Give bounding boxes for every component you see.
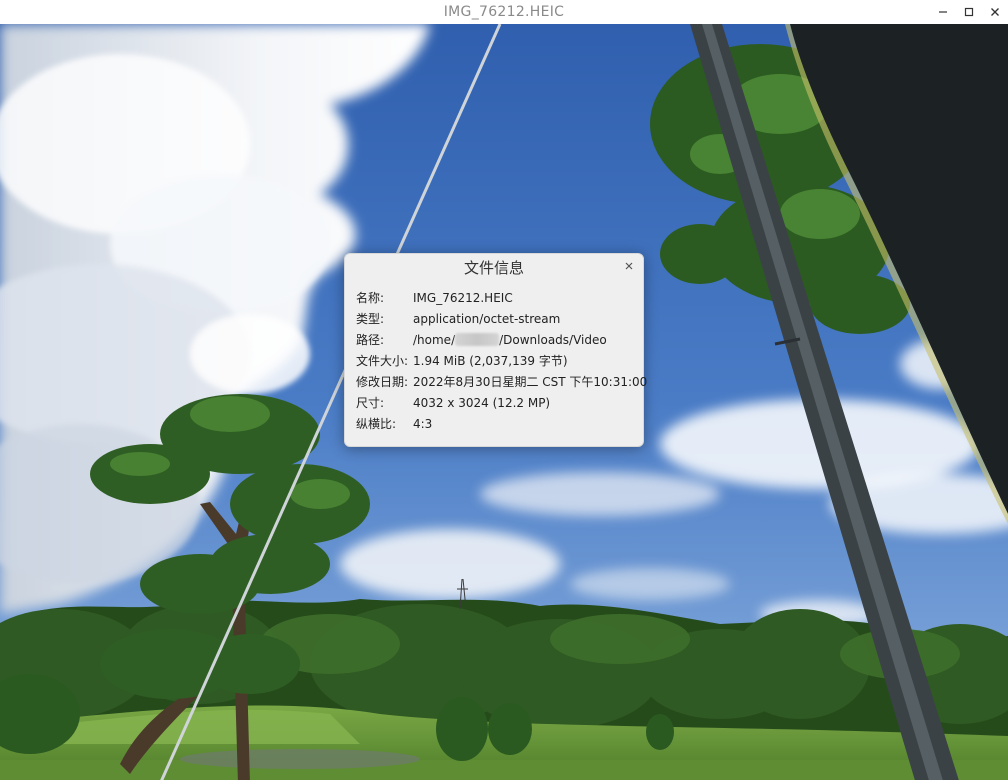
info-row-modified: 修改日期: 2022年8月30日星期二 CST 下午10:31:00 [356, 371, 647, 392]
path-suffix: /Downloads/Video [499, 332, 607, 347]
info-label: 类型: [356, 312, 385, 326]
info-list: 名称: IMG_76212.HEIC 类型: application/octet… [356, 287, 647, 434]
info-label: 路径: [356, 333, 385, 347]
dialog-header[interactable]: 文件信息 [345, 254, 643, 280]
info-value: 2022年8月30日星期二 CST 下午10:31:00 [413, 375, 648, 389]
minimize-icon [939, 11, 947, 13]
close-icon [625, 262, 633, 270]
info-row-name: 名称: IMG_76212.HEIC [356, 287, 635, 308]
maximize-button[interactable] [956, 0, 982, 24]
info-value: IMG_76212.HEIC [413, 290, 513, 305]
info-row-size: 文件大小: 1.94 MiB (2,037,139 字节) [356, 350, 635, 371]
close-icon [991, 8, 999, 16]
info-row-path: 路径: /home/ /Downloads/Video [356, 329, 635, 350]
window-title: IMG_76212.HEIC [443, 4, 565, 20]
minimize-button[interactable] [930, 0, 956, 24]
dialog-title: 文件信息 [463, 258, 524, 277]
info-value: 4:3 [413, 416, 433, 431]
dialog-close-button[interactable] [621, 258, 637, 274]
info-row-dimensions: 尺寸: 4032 x 3024 (12.2 MP) [356, 392, 635, 413]
info-value: /home/ /Downloads/Video [413, 332, 635, 347]
info-label: 纵横比: [356, 417, 397, 431]
title-bar[interactable]: IMG_76212.HEIC [0, 0, 1008, 24]
info-row-type: 类型: application/octet-stream [356, 308, 635, 329]
close-button[interactable] [982, 0, 1008, 24]
info-value: 4032 x 3024 (12.2 MP) [413, 395, 551, 410]
path-prefix: /home/ [413, 332, 456, 347]
image-viewer-window: IMG_76212.HEIC 文件信息 名称: IMG_76212.HEIC 类… [0, 0, 1008, 780]
info-value: application/octet-stream [413, 311, 561, 326]
file-info-dialog: 文件信息 名称: IMG_76212.HEIC 类型: application/… [344, 253, 647, 447]
info-row-aspect: 纵横比: 4:3 [356, 413, 635, 434]
maximize-icon [964, 7, 974, 17]
info-label: 名称: [356, 291, 385, 305]
info-value: 1.94 MiB (2,037,139 字节) [413, 354, 568, 368]
redacted-username [455, 332, 500, 346]
info-label: 尺寸: [356, 396, 385, 410]
info-label: 文件大小: [356, 354, 409, 368]
info-label: 修改日期: [356, 375, 409, 389]
